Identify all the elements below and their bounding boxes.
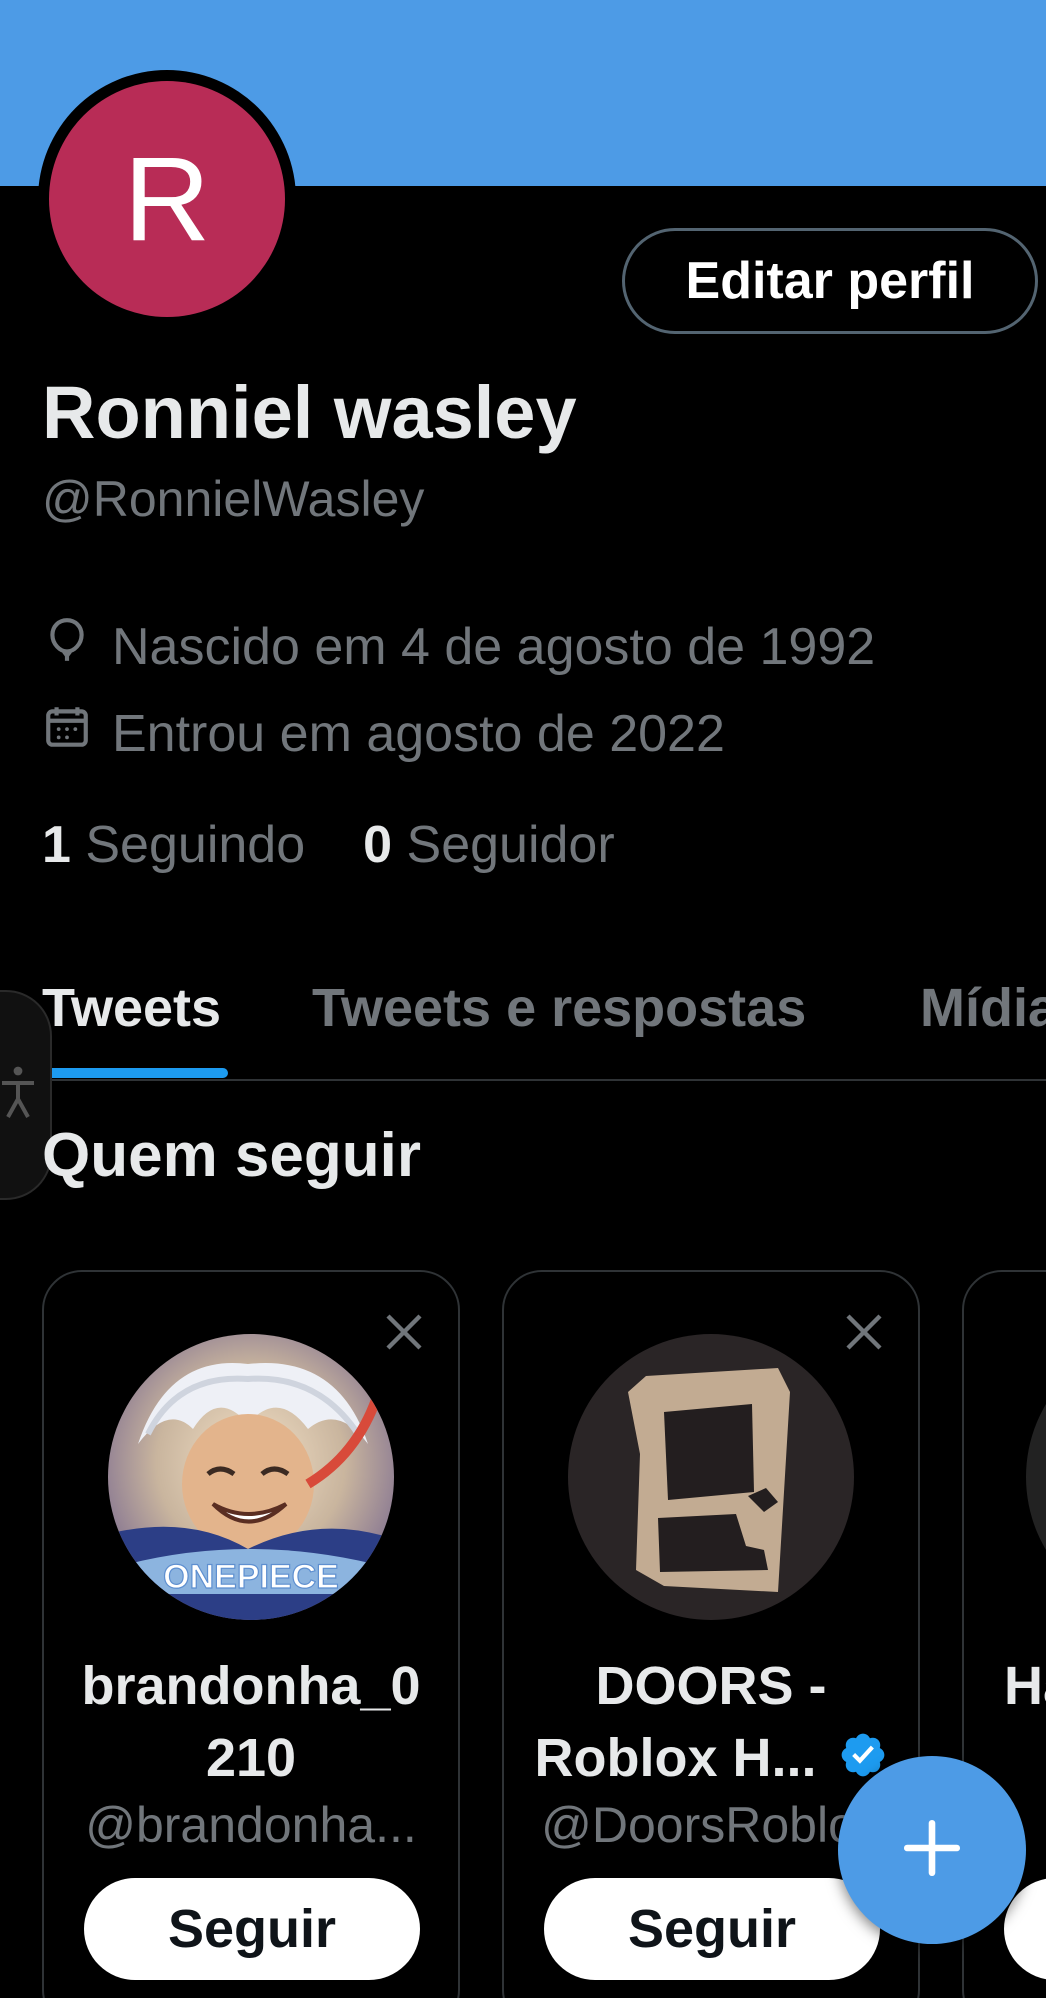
followers-label: Seguidor: [406, 816, 615, 874]
tab-tweets-replies[interactable]: Tweets e respostas: [312, 965, 806, 1081]
follow-button[interactable]: Seguir: [84, 1878, 420, 1980]
tab-tweets[interactable]: Tweets: [42, 965, 221, 1081]
avatar-letter: R: [49, 81, 285, 317]
tab-media[interactable]: Mídia: [920, 965, 1046, 1081]
close-icon[interactable]: [380, 1308, 428, 1356]
active-tab-indicator: [42, 1068, 228, 1078]
suggestion-name-text: DOORS - Roblox H...: [534, 1656, 827, 1788]
suggestion-name: DOORS - Roblox H...: [504, 1650, 918, 1798]
follow-stats: 1 Seguindo 0 Seguidor: [42, 815, 615, 875]
following-link[interactable]: 1 Seguindo: [42, 815, 305, 875]
balloon-icon: [42, 615, 92, 678]
onepiece-avatar[interactable]: ONEPIECE: [108, 1334, 394, 1620]
doors-avatar[interactable]: [568, 1334, 854, 1620]
accessibility-icon: [0, 1065, 36, 1126]
profile-page: R Editar perfil Ronniel wasley @RonnielW…: [0, 0, 1046, 1998]
follow-button[interactable]: Seguir: [544, 1878, 880, 1980]
suggestion-name: Ha: [1004, 1656, 1046, 1716]
suggestion-handle: @brandonha...: [85, 1797, 417, 1853]
join-date-row: Entrou em agosto de 2022: [42, 702, 725, 765]
profile-tabs: Tweets Tweets e respostas Mídia: [0, 965, 1046, 1081]
join-date-text: Entrou em agosto de 2022: [112, 704, 725, 763]
followers-link[interactable]: 0 Seguidor: [363, 815, 615, 875]
profile-handle: @RonnielWasley: [42, 471, 425, 527]
compose-tweet-button[interactable]: [838, 1756, 1026, 1944]
edit-profile-button[interactable]: Editar perfil: [622, 228, 1038, 334]
following-count: 1: [42, 816, 71, 874]
partial-avatar[interactable]: [1026, 1334, 1046, 1620]
followers-count: 0: [363, 816, 393, 874]
following-label: Seguindo: [85, 816, 306, 874]
who-to-follow-title: Quem seguir: [42, 1121, 421, 1190]
profile-avatar[interactable]: R: [38, 70, 296, 328]
calendar-icon: [42, 702, 92, 765]
birth-date-text: Nascido em 4 de agosto de 1992: [112, 617, 876, 676]
birth-date-row: Nascido em 4 de agosto de 1992: [42, 615, 875, 678]
svg-text:ONEPIECE: ONEPIECE: [163, 1558, 339, 1596]
plus-icon: [899, 1815, 965, 1886]
suggestion-card[interactable]: ONEPIECE brandonha_0 210 @brandonha... S…: [42, 1270, 460, 1998]
profile-display-name: Ronniel wasley: [42, 371, 577, 454]
close-icon[interactable]: [840, 1308, 888, 1356]
suggestion-name: brandonha_0 210: [81, 1656, 421, 1788]
